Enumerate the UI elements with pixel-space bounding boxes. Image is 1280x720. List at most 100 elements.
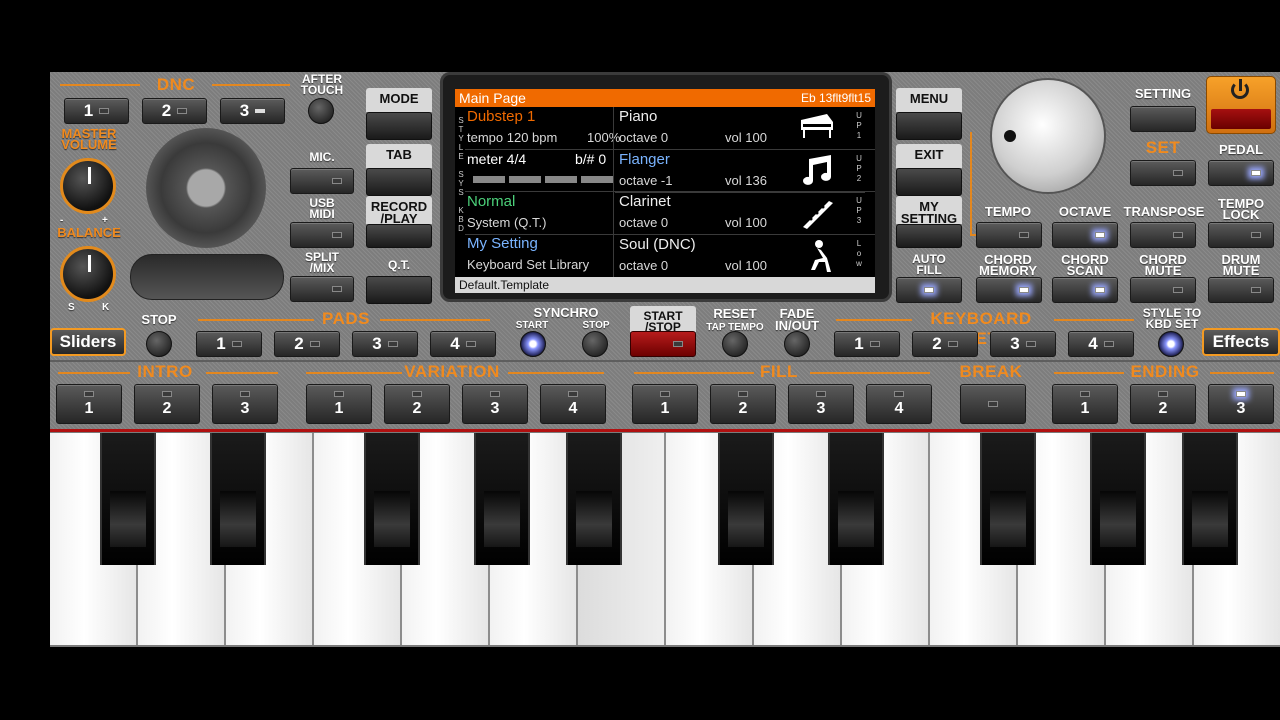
menu-button[interactable] bbox=[896, 112, 962, 140]
aftertouch-button[interactable] bbox=[308, 98, 334, 124]
record-play-button[interactable] bbox=[366, 224, 432, 248]
dnc-button-2[interactable]: 2 bbox=[142, 98, 207, 124]
black-key[interactable] bbox=[980, 433, 1036, 565]
setting-button[interactable] bbox=[1130, 106, 1196, 132]
fade-in-out-button[interactable] bbox=[784, 331, 810, 357]
part-volume: vol 100 bbox=[725, 257, 767, 273]
mode-button[interactable] bbox=[366, 112, 432, 140]
dnc-line-right bbox=[212, 84, 290, 86]
balance-k-label: K bbox=[102, 302, 110, 313]
pitch-bend-pad[interactable] bbox=[130, 254, 284, 300]
variation-label: VARIATION bbox=[404, 362, 500, 381]
ending-button-3[interactable]: 3 bbox=[1208, 384, 1274, 424]
tempo-button[interactable] bbox=[976, 222, 1042, 248]
reset-tap-tempo-button[interactable] bbox=[722, 331, 748, 357]
intro-button-3[interactable]: 3 bbox=[212, 384, 278, 424]
black-key[interactable] bbox=[1182, 433, 1238, 565]
keyboard-set-button-1[interactable]: 1 bbox=[834, 331, 900, 357]
intro-button-1[interactable]: 1 bbox=[56, 384, 122, 424]
fill-button-4[interactable]: 4 bbox=[866, 384, 932, 424]
fill-button-2[interactable]: 2 bbox=[710, 384, 776, 424]
master-volume-knob[interactable] bbox=[60, 158, 116, 214]
black-key[interactable] bbox=[718, 433, 774, 565]
screen-side-tag: K bbox=[458, 206, 464, 215]
dnc-button-1[interactable]: 1 bbox=[64, 98, 129, 124]
screen-side-tag: S bbox=[458, 188, 464, 197]
mic-button[interactable] bbox=[290, 168, 354, 194]
keyboard-set-button-4[interactable]: 4 bbox=[1068, 331, 1134, 357]
part-row[interactable]: Piano octave 0 vol 100 U P 1 bbox=[615, 107, 865, 150]
music-note-icon bbox=[797, 153, 837, 194]
exit-button[interactable] bbox=[896, 168, 962, 196]
sliders-button[interactable]: Sliders bbox=[50, 328, 126, 356]
pad-button-1[interactable]: 1 bbox=[196, 331, 262, 357]
usb-midi-button[interactable] bbox=[290, 222, 354, 248]
variation-button-1[interactable]: 1 bbox=[306, 384, 372, 424]
fill-button-3[interactable]: 3 bbox=[788, 384, 854, 424]
fill-button-1[interactable]: 1 bbox=[632, 384, 698, 424]
part-name: Piano bbox=[619, 108, 658, 125]
variation-button-3[interactable]: 3 bbox=[462, 384, 528, 424]
style-name: Dubstep 1 bbox=[467, 108, 536, 125]
screen-side-tag: Y bbox=[458, 179, 464, 188]
start-stop-button[interactable] bbox=[630, 331, 696, 357]
chord-scan-label: CHORD SCAN bbox=[1061, 252, 1109, 278]
black-key[interactable] bbox=[364, 433, 420, 565]
part-row[interactable]: Clarinet octave 0 vol 100 U P 3 bbox=[615, 192, 865, 235]
screen-side-tag: T bbox=[458, 125, 464, 134]
drum-mute-label: DRUM MUTE bbox=[1221, 252, 1261, 278]
ending-button-2[interactable]: 2 bbox=[1130, 384, 1196, 424]
black-key[interactable] bbox=[1090, 433, 1146, 565]
qt-button[interactable] bbox=[366, 276, 432, 304]
black-key[interactable] bbox=[474, 433, 530, 565]
dial-grip bbox=[1004, 130, 1016, 142]
screen-body: STYLESYSKBD Dubstep 1 tempo 120 bpm 100%… bbox=[455, 107, 875, 277]
synchro-stop-button[interactable] bbox=[582, 331, 608, 357]
keyboard-top-rail bbox=[50, 429, 1280, 432]
variation-button-4[interactable]: 4 bbox=[540, 384, 606, 424]
auto-fill-button[interactable] bbox=[896, 277, 962, 303]
my-setting-button[interactable] bbox=[896, 224, 962, 248]
balance-knob[interactable] bbox=[60, 246, 116, 302]
chord-memory-button[interactable] bbox=[976, 277, 1042, 303]
part-row[interactable]: Soul (DNC) octave 0 vol 100 Lo w bbox=[615, 235, 865, 277]
pedal-button[interactable] bbox=[1208, 160, 1274, 186]
set-button[interactable] bbox=[1130, 160, 1196, 186]
black-key[interactable] bbox=[566, 433, 622, 565]
fill-label: FILL bbox=[760, 362, 798, 381]
ending-button-1[interactable]: 1 bbox=[1052, 384, 1118, 424]
stop-pads-button[interactable] bbox=[146, 331, 172, 357]
joystick[interactable] bbox=[146, 128, 266, 248]
screen-footer: Default.Template bbox=[455, 277, 875, 293]
pad-button-2[interactable]: 2 bbox=[274, 331, 340, 357]
pad-button-4[interactable]: 4 bbox=[430, 331, 496, 357]
synchro-stop-label: STOP bbox=[582, 320, 610, 331]
chord-scan-button[interactable] bbox=[1052, 277, 1118, 303]
part-octave: octave 0 bbox=[619, 257, 669, 273]
power-button[interactable] bbox=[1206, 76, 1276, 134]
split-mix-button[interactable] bbox=[290, 276, 354, 302]
master-volume-label: MASTER VOLUME bbox=[61, 126, 117, 152]
black-key[interactable] bbox=[210, 433, 266, 565]
part-row[interactable]: Flanger octave -1 vol 136 U P 2 bbox=[615, 150, 865, 193]
keyboard-set-button-3[interactable]: 3 bbox=[990, 331, 1056, 357]
effects-button[interactable]: Effects bbox=[1202, 328, 1280, 356]
style-to-kbd-set-button[interactable] bbox=[1158, 331, 1184, 357]
data-dial[interactable] bbox=[990, 78, 1106, 194]
tab-button[interactable] bbox=[366, 168, 432, 196]
keyboard-set-name: My Setting bbox=[467, 235, 538, 252]
transpose-button[interactable] bbox=[1130, 222, 1196, 248]
chord-mute-button[interactable] bbox=[1130, 277, 1196, 303]
break-button[interactable] bbox=[960, 384, 1026, 424]
synchro-start-button[interactable] bbox=[520, 331, 546, 357]
pad-button-3[interactable]: 3 bbox=[352, 331, 418, 357]
keyboard-set-button-2[interactable]: 2 bbox=[912, 331, 978, 357]
drum-mute-button[interactable] bbox=[1208, 277, 1274, 303]
octave-button[interactable] bbox=[1052, 222, 1118, 248]
variation-button-2[interactable]: 2 bbox=[384, 384, 450, 424]
black-key[interactable] bbox=[100, 433, 156, 565]
black-key[interactable] bbox=[828, 433, 884, 565]
dnc-button-3[interactable]: 3 bbox=[220, 98, 285, 124]
intro-button-2[interactable]: 2 bbox=[134, 384, 200, 424]
tempo-lock-button[interactable] bbox=[1208, 222, 1274, 248]
